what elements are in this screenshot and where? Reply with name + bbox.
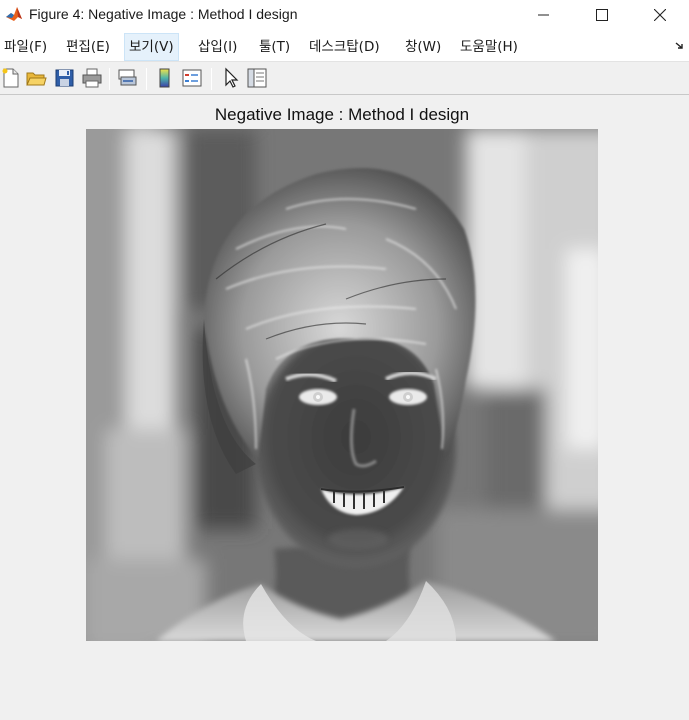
menu-window[interactable]: 창(W) [401, 33, 445, 61]
menu-file[interactable]: 파일(F) [0, 33, 51, 61]
window-title: Figure 4: Negative Image : Method I desi… [29, 6, 298, 22]
menu-insert[interactable]: 삽입(I) [194, 33, 241, 61]
property-editor-icon[interactable] [246, 67, 268, 89]
colorbar-icon[interactable] [154, 67, 176, 89]
link-plot-icon[interactable] [117, 67, 139, 89]
minimize-icon [538, 14, 549, 16]
save-icon[interactable] [54, 67, 76, 89]
toolbar-separator [211, 68, 212, 90]
close-button[interactable] [631, 0, 689, 30]
axes-title: Negative Image : Method I design [214, 105, 470, 124]
new-figure-icon[interactable] [0, 67, 22, 89]
toolbar-separator [109, 68, 110, 90]
figure-window: Figure 4: Negative Image : Method I desi… [0, 0, 689, 720]
figure-canvas[interactable]: Negative Image : Method I design [0, 96, 689, 720]
title-bar[interactable]: Figure 4: Negative Image : Method I desi… [0, 0, 689, 30]
minimize-button[interactable] [515, 0, 573, 30]
toolbar [0, 63, 689, 95]
legend-icon[interactable] [181, 67, 203, 89]
menu-help[interactable]: 도움말(H) [456, 33, 522, 61]
maximize-icon [596, 9, 608, 21]
matlab-logo-icon [5, 5, 23, 23]
pointer-icon[interactable] [220, 67, 242, 89]
menu-desktop[interactable]: 데스크탑(D) [305, 33, 384, 61]
menu-edit[interactable]: 편집(E) [62, 33, 114, 61]
maximize-button[interactable] [573, 0, 631, 30]
image-axes[interactable] [86, 129, 598, 641]
open-file-icon[interactable] [25, 67, 47, 89]
dock-arrow-icon[interactable] [674, 40, 686, 52]
close-icon [654, 9, 666, 21]
menu-bar: 파일(F) 편집(E) 보기(V) 삽입(I) 툴(T) 데스크탑(D) 창(W… [0, 30, 689, 62]
menu-view[interactable]: 보기(V) [124, 33, 179, 61]
print-icon[interactable] [81, 67, 103, 89]
menu-tools[interactable]: 툴(T) [255, 33, 294, 61]
negative-portrait-image [86, 129, 598, 641]
toolbar-separator [146, 68, 147, 90]
